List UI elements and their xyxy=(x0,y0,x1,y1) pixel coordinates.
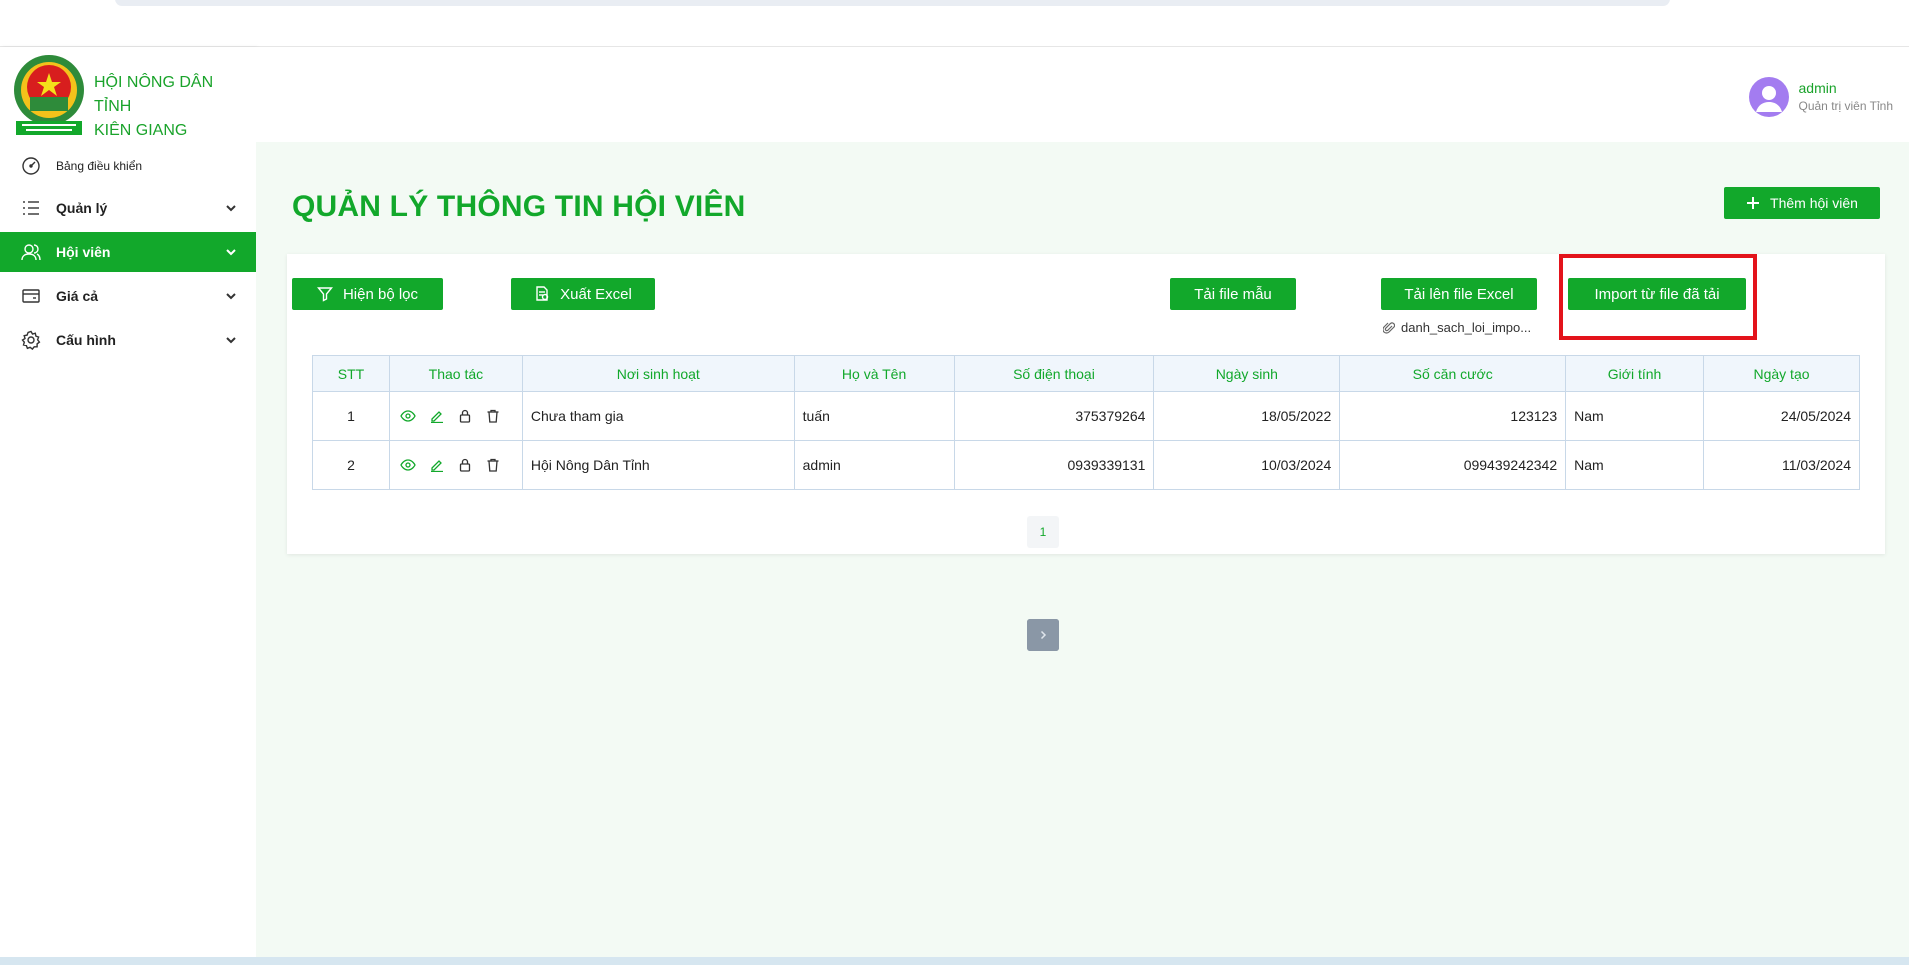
page-number-button[interactable]: 1 xyxy=(1027,516,1059,548)
cell-phone: 375379264 xyxy=(953,391,1155,441)
sidebar-item-members[interactable]: Hội viên xyxy=(0,232,256,272)
paperclip-icon xyxy=(1383,321,1395,335)
view-icon[interactable] xyxy=(400,458,416,472)
export-excel-button[interactable]: Xuất Excel xyxy=(511,278,655,310)
column-header[interactable]: Ngày sinh xyxy=(1153,355,1341,392)
gear-icon xyxy=(20,329,42,351)
column-header[interactable]: Số căn cước xyxy=(1339,355,1567,392)
sidebar-item-prices[interactable]: Giá cả xyxy=(0,276,256,316)
cell-id-number: 099439242342 xyxy=(1339,440,1567,490)
header: admin Quản trị viên Tỉnh xyxy=(256,47,1909,142)
cell-id-number: 123123 xyxy=(1339,391,1567,441)
user-name: admin xyxy=(1798,80,1837,96)
column-header[interactable]: Thao tác xyxy=(388,355,523,392)
members-table: STT Thao tác Nơi sinh hoạt Họ và Tên Số … xyxy=(312,355,1860,490)
card-icon xyxy=(20,285,42,307)
excel-icon xyxy=(534,286,550,302)
plus-icon xyxy=(1746,196,1760,210)
cell-dob: 18/05/2022 xyxy=(1153,391,1341,441)
table-row[interactable]: 2 Hội Nông Dân Tỉnh admin 0939339131 10/… xyxy=(312,440,1860,490)
lock-icon[interactable] xyxy=(458,458,472,472)
user-role: Quản trị viên Tỉnh xyxy=(1798,99,1894,113)
column-header[interactable]: Họ và Tên xyxy=(793,355,955,392)
download-template-button[interactable]: Tải file mẫu xyxy=(1170,278,1296,310)
sidebar-item-management[interactable]: Quản lý xyxy=(0,188,256,228)
cell-place: Chưa tham gia xyxy=(521,391,795,441)
table-row[interactable]: 1 Chưa tham gia tuấn 375379264 18/05/202… xyxy=(312,391,1860,441)
table-header-row: STT Thao tác Nơi sinh hoạt Họ và Tên Số … xyxy=(312,355,1860,392)
column-header[interactable]: Nơi sinh hoạt xyxy=(521,355,795,392)
edit-icon[interactable] xyxy=(430,409,444,423)
cell-actions xyxy=(388,440,523,490)
add-member-button[interactable]: Thêm hội viên xyxy=(1724,187,1880,219)
sidebar-item-label: Cấu hình xyxy=(56,332,116,348)
upload-excel-button[interactable]: Tải lên file Excel xyxy=(1381,278,1537,310)
column-header[interactable]: STT xyxy=(312,355,390,392)
users-icon xyxy=(20,241,42,263)
cell-dob: 10/03/2024 xyxy=(1153,440,1341,490)
show-filter-label: Hiện bộ lọc xyxy=(342,285,419,303)
sidebar-item-label: Giá cả xyxy=(56,288,99,304)
show-filter-button[interactable]: Hiện bộ lọc xyxy=(292,278,443,310)
cell-gender: Nam xyxy=(1565,391,1705,441)
brand-name: HỘI NÔNG DÂN TỈNH KIÊN GIANG xyxy=(94,71,252,143)
main-content: QUẢN LÝ THÔNG TIN HỘI VIÊN Thêm hội viên… xyxy=(256,142,1909,957)
column-header[interactable]: Giới tính xyxy=(1565,355,1705,392)
highlight-box xyxy=(1559,254,1757,340)
column-header[interactable]: Ngày tạo xyxy=(1703,355,1860,392)
cell-name: tuấn xyxy=(793,391,955,441)
browser-address-bar[interactable] xyxy=(115,0,1670,6)
brand-line-2: KIÊN GIANG xyxy=(94,122,188,139)
user-menu[interactable]: admin Quản trị viên Tỉnh xyxy=(1748,75,1894,119)
uploaded-file-name: danh_sach_loi_impo... xyxy=(1401,320,1532,335)
lock-icon[interactable] xyxy=(458,409,472,423)
cell-created: 11/03/2024 xyxy=(1703,440,1860,490)
cell-actions xyxy=(388,391,523,441)
chevron-down-icon xyxy=(226,337,236,344)
cell-name: admin xyxy=(793,440,955,490)
bottom-strip xyxy=(0,957,1909,965)
export-excel-label: Xuất Excel xyxy=(560,285,632,303)
filter-icon xyxy=(316,286,333,302)
sidebar-item-dashboard[interactable]: Bảng điều khiển xyxy=(0,150,256,182)
list-icon xyxy=(20,197,42,219)
pagination: 1 xyxy=(1027,516,1059,651)
cell-phone: 0939339131 xyxy=(953,440,1155,490)
page-title: QUẢN LÝ THÔNG TIN HỘI VIÊN xyxy=(292,190,746,223)
chevron-right-icon xyxy=(1040,630,1047,640)
brand[interactable]: HỘI NÔNG DÂN TỈNH KIÊN GIANG xyxy=(12,53,252,143)
column-header[interactable]: Số điện thoại xyxy=(953,355,1155,392)
sidebar: HỘI NÔNG DÂN TỈNH KIÊN GIANG Bảng điều k… xyxy=(0,47,256,957)
chevron-down-icon xyxy=(226,293,236,300)
add-member-label: Thêm hội viên xyxy=(1770,195,1858,211)
brand-line-1: HỘI NÔNG DÂN TỈNH xyxy=(94,74,214,115)
cell-gender: Nam xyxy=(1565,440,1705,490)
sidebar-item-label: Quản lý xyxy=(56,200,108,216)
uploaded-file[interactable]: danh_sach_loi_impo... xyxy=(1383,320,1531,335)
delete-icon[interactable] xyxy=(486,458,500,472)
logo xyxy=(14,55,84,135)
delete-icon[interactable] xyxy=(486,409,500,423)
sidebar-item-label: Bảng điều khiển xyxy=(56,159,143,173)
chevron-down-icon xyxy=(226,205,236,212)
dashboard-icon xyxy=(20,155,42,177)
edit-icon[interactable] xyxy=(430,458,444,472)
view-icon[interactable] xyxy=(400,409,416,423)
sidebar-nav: Bảng điều khiển Quản lý Hội viên Giá cả xyxy=(0,150,256,364)
cell-stt: 2 xyxy=(312,440,390,490)
cell-place: Hội Nông Dân Tỉnh xyxy=(521,440,795,490)
next-page-button[interactable] xyxy=(1027,619,1059,651)
sidebar-item-settings[interactable]: Cấu hình xyxy=(0,320,256,360)
cell-stt: 1 xyxy=(312,391,390,441)
members-card: Hiện bộ lọc Xuất Excel Tải file mẫu Tải … xyxy=(287,254,1885,651)
chevron-down-icon xyxy=(226,249,236,256)
avatar xyxy=(1748,77,1789,117)
cell-created: 24/05/2024 xyxy=(1703,391,1860,441)
browser-top-strip xyxy=(0,0,1909,47)
sidebar-item-label: Hội viên xyxy=(56,244,111,260)
